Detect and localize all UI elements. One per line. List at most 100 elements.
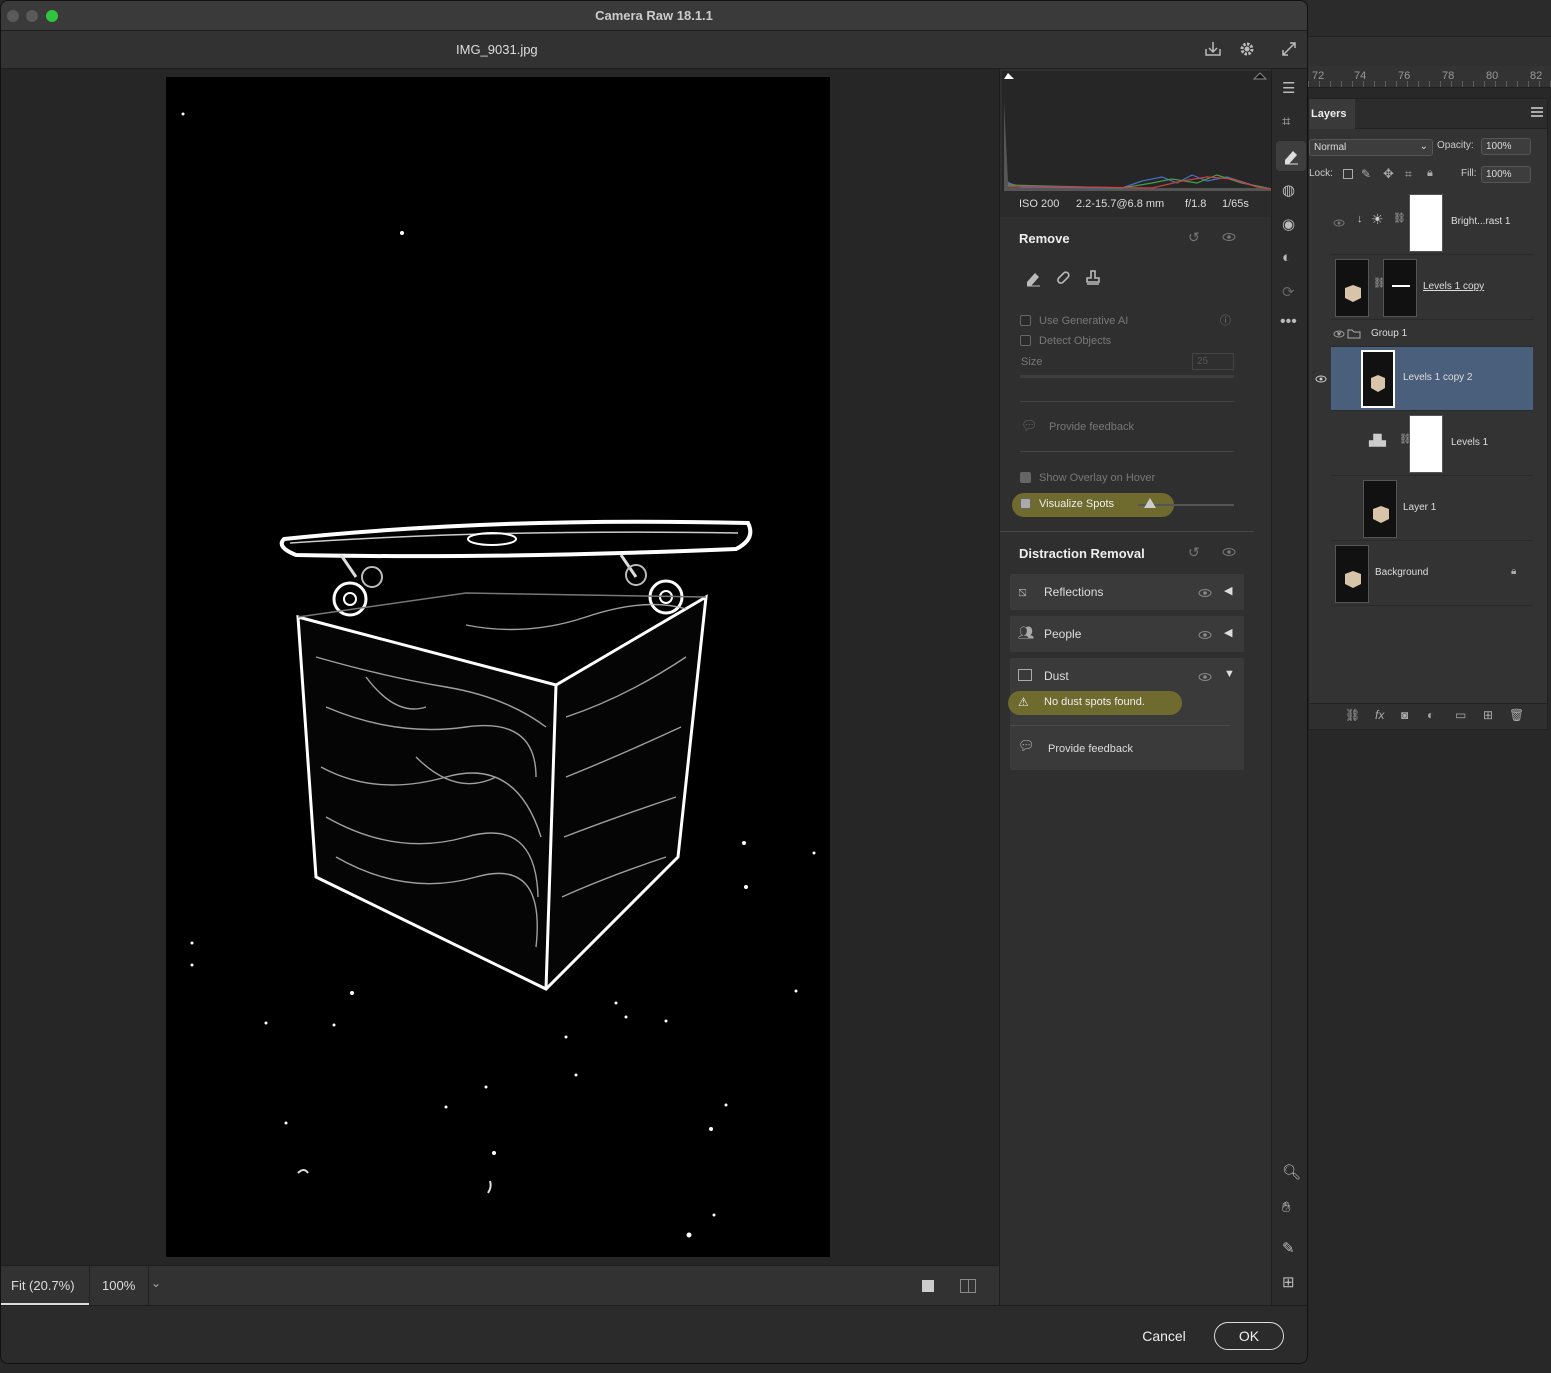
lock-pixels-icon[interactable]: ✎ <box>1361 167 1371 181</box>
dust-icon <box>1018 669 1032 681</box>
layer-mask-thumbnail <box>1409 415 1443 473</box>
zoom-100-button[interactable]: 100% <box>89 1266 149 1305</box>
trash-icon[interactable]: 🗑︎ <box>1509 708 1524 722</box>
visibility-eye-icon[interactable] <box>1315 373 1327 385</box>
eyedropper-icon[interactable]: ✎ <box>1282 1239 1295 1257</box>
filename: IMG_9031.jpg <box>456 42 538 57</box>
lock-transparent-icon[interactable] <box>1343 169 1353 179</box>
fullscreen-icon[interactable] <box>1280 40 1298 58</box>
save-icon[interactable] <box>1204 40 1222 58</box>
chevron-down-icon[interactable]: ⌄ <box>1335 326 1343 337</box>
collapse-triangle-icon[interactable]: ▼ <box>1224 668 1235 680</box>
dust-row[interactable]: Dust ▼ ⚠ No dust spots found. 💬︎ Provide… <box>1008 658 1244 770</box>
provide-feedback-link[interactable]: Provide feedback <box>1049 421 1134 433</box>
snapshots-icon[interactable]: ⟳ <box>1282 283 1295 301</box>
single-view-icon[interactable] <box>922 1280 934 1292</box>
fit-zoom-button[interactable]: Fit (20.7%) <box>1 1266 89 1305</box>
zoom-button[interactable] <box>46 10 58 22</box>
info-icon[interactable]: ⓘ <box>1220 312 1231 328</box>
feedback-icon: 💬︎ <box>1021 418 1038 433</box>
link-layers-icon[interactable]: ⛓︎ <box>1345 708 1360 722</box>
layer-row[interactable]: ↓ ☀ ⛓︎ Bright...rast 1 <box>1331 191 1533 255</box>
reset-icon[interactable]: ↺ <box>1188 544 1200 561</box>
lock-position-icon[interactable]: ✥ <box>1383 166 1394 182</box>
warning-icon: ⚠ <box>1018 695 1029 709</box>
clone-stamp-icon[interactable] <box>1084 269 1102 287</box>
layer-row-selected[interactable]: Levels 1 copy 2 <box>1315 347 1533 411</box>
masking-icon[interactable]: ◍ <box>1282 181 1295 199</box>
edit-sliders-icon[interactable]: ☰ <box>1282 79 1295 97</box>
size-label: Size <box>1021 356 1043 368</box>
visibility-eye-icon[interactable] <box>1198 588 1212 598</box>
layer-group-row[interactable]: ⌄ Group 1 <box>1331 321 1533 347</box>
expand-triangle-icon[interactable]: ◀ <box>1224 584 1232 597</box>
show-overlay-checkbox[interactable] <box>1020 472 1031 483</box>
visibility-eye-icon[interactable] <box>1222 547 1236 557</box>
fill-field[interactable]: 100% <box>1481 166 1531 183</box>
lens-value: 2.2-15.7@6.8 mm <box>1076 198 1165 210</box>
expand-triangle-icon[interactable]: ◀ <box>1224 626 1232 639</box>
horizontal-ruler: 72 74 76 78 80 82 <box>1308 66 1551 88</box>
visibility-eye-icon[interactable] <box>1198 672 1212 682</box>
crop-icon[interactable]: ⌗ <box>1282 113 1290 130</box>
opacity-field[interactable]: 100% <box>1481 138 1531 155</box>
eraser-icon <box>1285 151 1298 165</box>
people-row[interactable]: 👥︎ People ◀ <box>1010 616 1244 652</box>
new-group-icon[interactable]: ▭ <box>1455 708 1466 722</box>
gear-icon[interactable] <box>1238 40 1256 58</box>
layer-name: Group 1 <box>1371 328 1408 339</box>
zoom-tool-icon[interactable]: 🔍︎ <box>1282 1163 1301 1181</box>
panel-menu-icon[interactable] <box>1531 107 1543 117</box>
more-icon[interactable]: ••• <box>1280 313 1297 331</box>
provide-feedback-link[interactable]: Provide feedback <box>1048 743 1133 755</box>
lock-artboard-icon[interactable]: ⌗ <box>1405 167 1412 182</box>
image-canvas[interactable] <box>1 69 999 1265</box>
cancel-button[interactable]: Cancel <box>1129 1322 1199 1350</box>
visualize-spots-label: Visualize Spots <box>1039 498 1115 510</box>
use-generative-ai-checkbox[interactable] <box>1020 315 1031 326</box>
photo-preview[interactable] <box>166 77 830 1257</box>
shutter-value: 1/65s <box>1222 198 1249 210</box>
remove-title: Remove <box>1019 231 1070 246</box>
eraser-icon[interactable] <box>1024 269 1042 287</box>
close-button[interactable] <box>7 10 19 22</box>
visibility-eye-icon[interactable] <box>1222 232 1236 242</box>
divider <box>1010 725 1230 726</box>
reflections-icon: ⧅ <box>1018 583 1027 599</box>
visualize-spots-checkbox[interactable] <box>1020 498 1031 509</box>
ruler-ticks <box>1308 81 1551 87</box>
reset-icon[interactable]: ↺ <box>1188 229 1200 246</box>
minimize-button[interactable] <box>26 10 38 22</box>
visibility-eye-icon[interactable] <box>1198 630 1212 640</box>
size-slider[interactable] <box>1020 375 1234 378</box>
red-eye-icon[interactable]: ◉ <box>1282 215 1295 233</box>
blend-mode-select[interactable]: Normal ⌄ <box>1309 139 1433 156</box>
size-input[interactable]: 25 <box>1192 353 1234 370</box>
grid-icon[interactable]: ⊞ <box>1282 1273 1295 1291</box>
tab-layers[interactable]: Layers <box>1309 99 1355 129</box>
detect-objects-checkbox[interactable] <box>1020 335 1031 346</box>
presets-icon[interactable]: ◐ <box>1282 249 1291 266</box>
layer-mask-thumbnail <box>1409 194 1443 252</box>
adjustment-layer-icon[interactable]: ◐ <box>1427 708 1434 722</box>
new-layer-icon[interactable]: ⊞ <box>1483 708 1493 722</box>
reflections-row[interactable]: ⧅ Reflections ◀ <box>1010 574 1244 610</box>
camera-info-bar: ISO 200 2.2-15.7@6.8 mm f/1.8 1/65s <box>1000 191 1270 217</box>
photoshop-tab-strip <box>1308 36 1551 66</box>
link-icon[interactable]: ⛓︎ <box>1393 213 1406 224</box>
hand-tool-icon[interactable]: ✋︎ <box>1282 1199 1291 1216</box>
chevron-down-icon[interactable]: ⌄ <box>151 1276 161 1290</box>
layer-row[interactable]: ▟▙ ⛓︎ Levels 1 <box>1331 412 1533 476</box>
remove-tool-button[interactable] <box>1276 141 1306 171</box>
visibility-eye-icon[interactable] <box>1333 217 1345 229</box>
compare-view-icon[interactable] <box>960 1279 976 1293</box>
layer-row[interactable]: Background 🔒︎ <box>1331 542 1533 606</box>
layer-row[interactable]: ⛓︎ Levels 1 copy <box>1331 256 1533 320</box>
slider-thumb[interactable] <box>1143 498 1156 508</box>
add-mask-icon[interactable]: ◙ <box>1401 708 1408 722</box>
layer-row[interactable]: Layer 1 <box>1331 477 1533 541</box>
lock-all-icon[interactable]: 🔒︎ <box>1427 167 1433 180</box>
heal-bandage-icon[interactable] <box>1054 269 1072 287</box>
ok-button[interactable]: OK <box>1214 1322 1284 1350</box>
fx-icon[interactable]: fx <box>1375 708 1384 722</box>
